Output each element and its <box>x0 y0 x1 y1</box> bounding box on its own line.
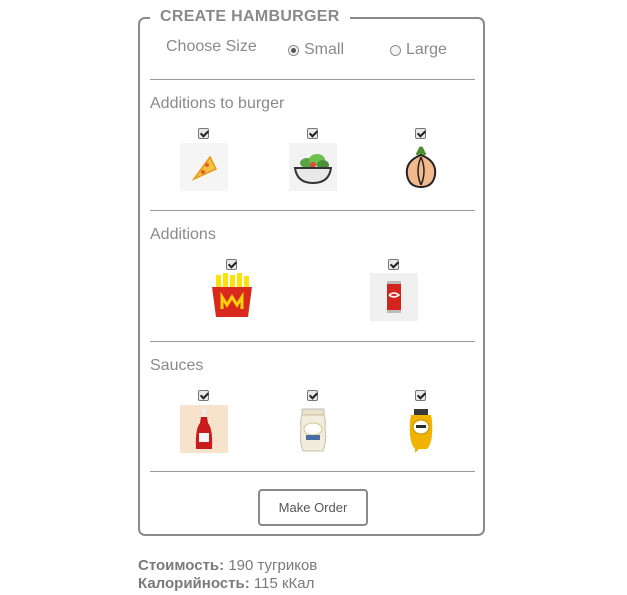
checkbox[interactable] <box>388 259 399 270</box>
section-title-additions-to-burger: Additions to burger <box>150 95 285 112</box>
calories-label: Калорийность: <box>138 575 250 592</box>
size-large-label: Large <box>406 41 447 58</box>
cost-value: 190 тугриков <box>228 557 318 574</box>
divider <box>150 79 475 80</box>
checkbox[interactable] <box>415 128 426 139</box>
pizza-slice-icon[interactable] <box>180 143 228 191</box>
checkbox[interactable] <box>226 259 237 270</box>
ketchup-bottle-icon[interactable] <box>180 405 228 453</box>
cost-line: Стоимость: 190 тугриков <box>138 557 317 574</box>
radio-button[interactable] <box>390 44 401 56</box>
checkbox[interactable] <box>415 390 426 401</box>
mustard-bottle-icon[interactable] <box>397 405 445 453</box>
calories-line: Калорийность: 115 кКал <box>138 575 314 592</box>
calories-value: 115 кКал <box>253 575 315 592</box>
section-title-additions: Additions <box>150 226 216 243</box>
divider <box>150 471 475 472</box>
size-large-radio[interactable]: Large <box>390 41 447 59</box>
make-order-button[interactable]: Make Order <box>258 489 368 526</box>
checkbox[interactable] <box>198 128 209 139</box>
cola-can-icon[interactable] <box>370 273 418 321</box>
checkbox[interactable] <box>198 390 209 401</box>
divider <box>150 341 475 342</box>
divider <box>150 210 475 211</box>
form-legend: CREATE HAMBURGER <box>150 8 350 26</box>
salad-bowl-icon[interactable] <box>289 143 337 191</box>
checkbox[interactable] <box>307 128 318 139</box>
radio-button-checked[interactable] <box>288 44 299 56</box>
cost-label: Стоимость: <box>138 557 225 574</box>
size-small-label: Small <box>304 41 345 58</box>
onion-icon[interactable] <box>397 143 445 191</box>
size-small-radio[interactable]: Small <box>288 41 344 59</box>
section-title-sauces: Sauces <box>150 357 204 374</box>
checkbox[interactable] <box>307 390 318 401</box>
size-label: Choose Size <box>166 38 257 55</box>
french-fries-icon[interactable] <box>208 273 256 321</box>
mayonnaise-jar-icon[interactable] <box>289 405 337 453</box>
